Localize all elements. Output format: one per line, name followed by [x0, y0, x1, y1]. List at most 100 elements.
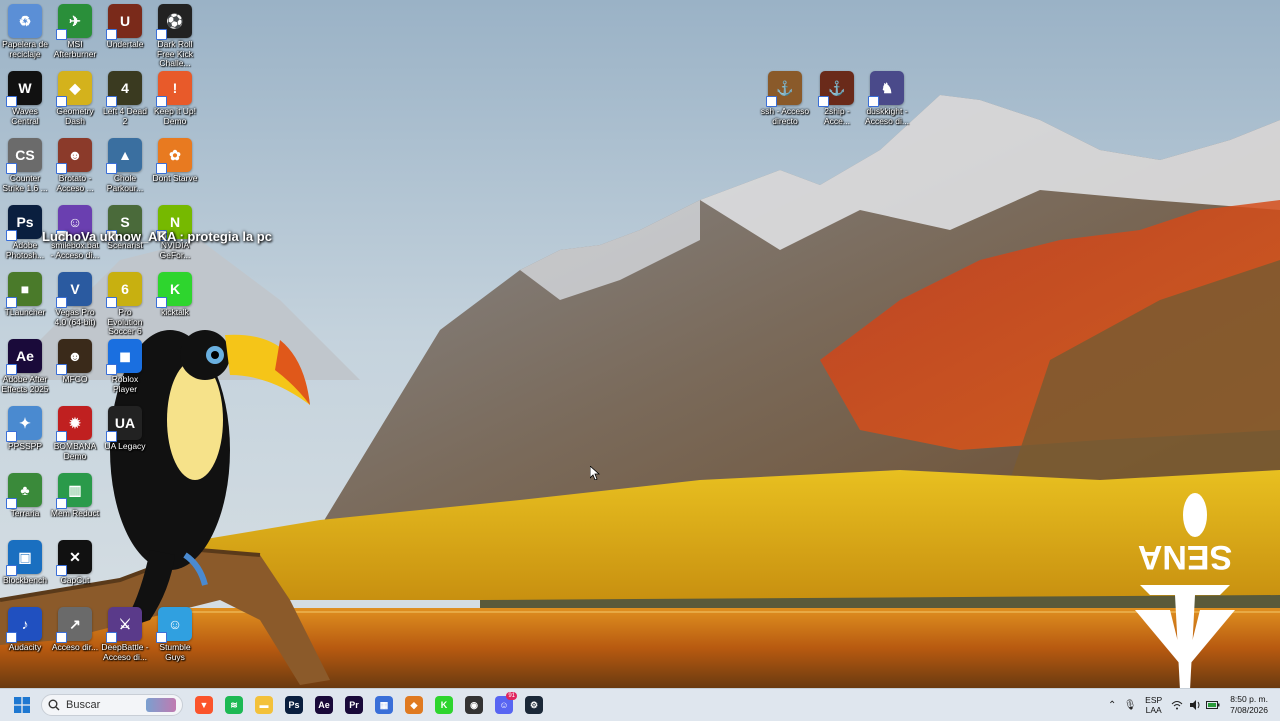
desktop-icon[interactable]: ✹ BOMBANA Demo — [50, 402, 100, 461]
photoshop-icon: Ps — [6, 205, 42, 241]
desktop-icon-label: Roblox Player — [111, 374, 139, 394]
search-icon — [48, 699, 60, 711]
desktop-icon-area: ♻ Papelera de reciclaje ✈ MSI Afterburner U U… — [0, 0, 1280, 688]
steam-icon: ⚙ — [525, 696, 543, 714]
after-effects-icon: Ae — [315, 696, 333, 714]
desktop-icon[interactable]: ◆ Geometry Dash — [50, 67, 100, 126]
desktop-icon-label: TLauncher — [4, 307, 46, 317]
desktop-icon[interactable]: ■ TLauncher — [0, 268, 50, 318]
desktop-icon[interactable]: ⚔ DeepBattle - Acceso di... — [100, 603, 150, 662]
clock-date: 7/08/2026 — [1230, 705, 1268, 715]
taskbar-app-button[interactable]: Pr — [340, 691, 368, 719]
msi-afterburner-icon: ✈ — [56, 4, 92, 40]
desktop-icon-label: Keep it Up! Demo — [153, 106, 197, 126]
terraria-icon: ♣ — [6, 473, 42, 509]
taskbar-app-button[interactable]: ☺ 91 — [490, 691, 518, 719]
taskbar-app-button[interactable]: ▦ — [370, 691, 398, 719]
after-effects-icon: Ae — [6, 339, 42, 375]
desktop-icon-label: MSI Afterburner — [53, 39, 97, 59]
desktop-icon[interactable]: ◼ Roblox Player — [100, 335, 150, 394]
desktop-icon[interactable]: 6 Pro Evolution Soccer 6 — [100, 268, 150, 337]
desktop-icon[interactable]: 4 Left 4 Dead 2 — [100, 67, 150, 126]
desktop-icon[interactable]: ✕ CapCut — [50, 536, 100, 586]
clock[interactable]: 8:50 p. m. 7/08/2026 — [1230, 694, 1268, 716]
stumble-guys-icon: ☺ — [156, 607, 192, 643]
recycle-bin-icon: ♻ — [8, 4, 42, 38]
desktop-icon[interactable]: ⚽ Dark Roll Free Kick Challe... — [150, 0, 200, 69]
battery-icon[interactable] — [1204, 696, 1222, 714]
photoshop-icon: Ps — [285, 696, 303, 714]
desktop-icon-label: Vegas Pro 4.0 (64-bit) — [54, 307, 96, 327]
taskbar-app-button[interactable]: Ae — [310, 691, 338, 719]
deepbattle-icon: ⚔ — [106, 607, 142, 643]
desktop-icon[interactable]: UA UA Legacy — [100, 402, 150, 452]
language-line1: ESP — [1145, 695, 1163, 705]
desktop-icon[interactable]: U Undertale — [100, 0, 150, 50]
desktop-icon-label: BOMBANA Demo — [53, 441, 97, 461]
taskbar-app-button[interactable]: ⚙ — [520, 691, 548, 719]
desktop-icon[interactable]: ! Keep it Up! Demo — [150, 67, 200, 126]
taskbar-app-button[interactable]: ▬ — [250, 691, 278, 719]
desktop-icon-label: kicktalk — [161, 307, 189, 317]
taskbar-app-button[interactable]: ≋ — [220, 691, 248, 719]
desktop-icon-label: Dark Roll Free Kick Challe... — [157, 39, 193, 68]
chevron-up-icon[interactable]: ⌃ — [1103, 696, 1121, 714]
left4dead-icon: 4 — [106, 71, 142, 107]
taskbar-app-button[interactable]: ◆ — [400, 691, 428, 719]
kick-icon: K — [435, 696, 453, 714]
file-explorer-icon: ▬ — [255, 696, 273, 714]
windows-logo-icon — [14, 697, 30, 713]
parkour-icon: ▲ — [106, 138, 142, 174]
desktop-icon[interactable]: ✈ MSI Afterburner — [50, 0, 100, 59]
desktop-icon[interactable]: ♻ Papelera de reciclaje — [0, 0, 50, 59]
desktop-icon[interactable]: ⚓ 2ship - Acce... — [812, 67, 862, 126]
taskbar-app-button[interactable]: K — [430, 691, 458, 719]
desktop-icon[interactable]: ▲ Chole Parkour... — [100, 134, 150, 193]
desktop-icon-label: DeepBattle - Acceso di... — [101, 642, 149, 662]
brave-icon: ▼ — [195, 696, 213, 714]
brotato-icon: ☻ — [56, 138, 92, 174]
language-indicator[interactable]: ESP LAA — [1145, 695, 1162, 715]
desktop-icon[interactable]: ⚓ ssh - Acceso directo — [760, 67, 810, 126]
shortcut-icon: ↗ — [56, 607, 92, 643]
desktop-icon[interactable]: Kkicktalk — [150, 268, 200, 318]
desktop-icon-label: Terraria — [10, 508, 40, 518]
desktop-icon-label: duskkight - Acceso di... — [865, 106, 909, 126]
desktop-icon[interactable]: ▥ Mem Reduct — [50, 469, 100, 519]
desktop-icon[interactable]: V Vegas Pro 4.0 (64-bit) — [50, 268, 100, 327]
start-button[interactable] — [8, 691, 36, 719]
desktop-icon-label: UA Legacy — [104, 441, 146, 451]
notification-badge: 91 — [506, 692, 517, 700]
taskbar-app-button[interactable]: ▼ — [190, 691, 218, 719]
desktop-icon[interactable]: ♞ duskkight - Acceso di... — [862, 67, 912, 126]
mfco-icon: ☻ — [56, 339, 92, 375]
sena-logo: SENA — [1135, 493, 1235, 690]
desktop-icon[interactable]: ✦ PPSSPP — [0, 402, 50, 452]
desktop-icon[interactable]: ↗ Acceso dir... — [50, 603, 100, 653]
desktop-icon[interactable]: ☻ Brotato - Acceso ... — [50, 134, 100, 193]
desktop-icon[interactable]: ✿ Dont Starve — [150, 134, 200, 184]
bombana-icon: ✹ — [56, 406, 92, 442]
blockbench-icon: ▣ — [6, 540, 42, 576]
premiere-icon: Pr — [345, 696, 363, 714]
desktop-icon[interactable]: ▣ Blockbench — [0, 536, 50, 586]
roblox-icon: ◼ — [106, 339, 142, 375]
desktop-icon[interactable]: ☻ MFCO — [50, 335, 100, 385]
capcut-icon: ✕ — [56, 540, 92, 576]
taskbar-app-button[interactable]: ◉ — [460, 691, 488, 719]
wifi-icon[interactable] — [1168, 696, 1186, 714]
microphone-icon[interactable]: 🎙 — [1121, 696, 1139, 714]
kicktalk-icon: K — [156, 272, 192, 308]
desktop-icon[interactable]: CS Counter Strike 1.6 ... — [0, 134, 50, 193]
desktop-icon[interactable]: ☺ Stumble Guys — [150, 603, 200, 662]
taskbar-app-button[interactable]: Ps — [280, 691, 308, 719]
desktop-icon[interactable]: ♪ Audacity — [0, 603, 50, 653]
soccer-ball-icon: ⚽ — [156, 4, 192, 40]
dont-starve-icon: ✿ — [156, 138, 192, 174]
desktop-icon[interactable]: ♣ Terraria — [0, 469, 50, 519]
desktop-icon[interactable]: Ae Adobe After Effects 2025 — [0, 335, 50, 394]
desktop-icon[interactable]: W Waves Central — [0, 67, 50, 126]
taskbar-apps: ▼ ≋ ▬ Ps Ae Pr ▦ ◆ K ◉ ☺ 91 ⚙ — [189, 691, 549, 719]
search-box[interactable]: Buscar — [41, 694, 183, 716]
speaker-icon[interactable] — [1186, 696, 1204, 714]
